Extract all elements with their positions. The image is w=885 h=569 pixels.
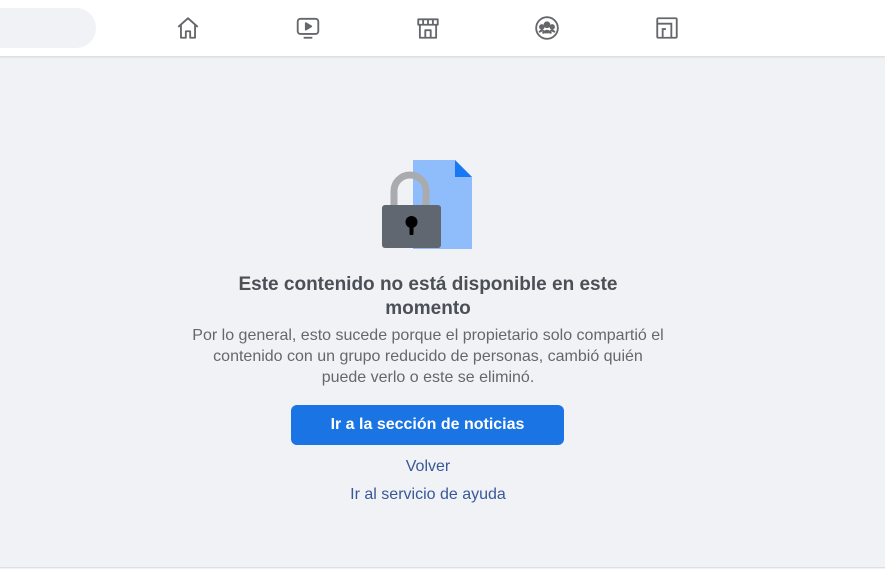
gaming-icon[interactable]	[653, 14, 681, 42]
error-description: Por lo general, esto sucede porque el pr…	[192, 327, 664, 386]
content-unavailable-panel: Este contenido no está disponible en est…	[0, 57, 885, 569]
page-title: Este contenido no está disponible en est…	[238, 274, 618, 319]
groups-icon[interactable]	[533, 14, 561, 42]
divider	[0, 567, 885, 568]
help-center-link[interactable]: Ir al servicio de ayuda	[228, 485, 628, 505]
search-input[interactable]	[0, 8, 96, 48]
top-navigation-bar	[0, 0, 885, 57]
go-to-news-feed-button[interactable]: Ir a la sección de noticias	[291, 405, 564, 445]
video-play-icon[interactable]	[294, 14, 322, 42]
locked-document-icon	[380, 159, 476, 251]
home-icon[interactable]	[174, 14, 202, 42]
marketplace-store-icon[interactable]	[414, 14, 442, 42]
back-link[interactable]: Volver	[228, 457, 628, 477]
